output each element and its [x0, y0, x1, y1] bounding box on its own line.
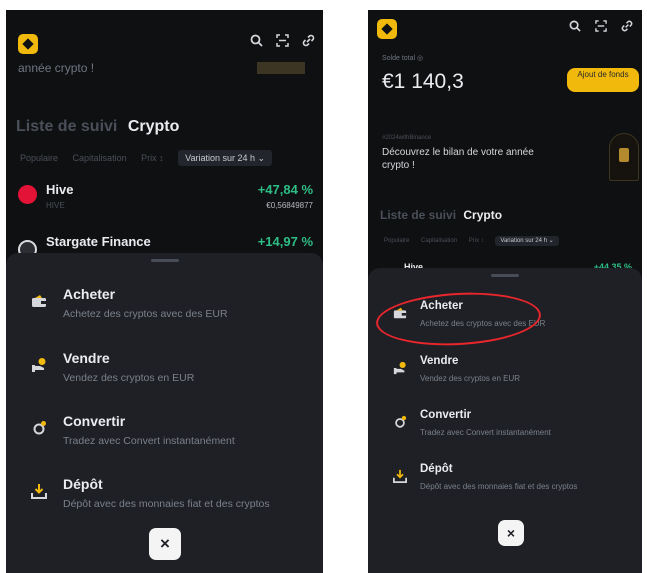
deposit-icon: [393, 469, 409, 485]
close-button[interactable]: ×: [498, 520, 524, 546]
add-funds-button[interactable]: Ajout de fonds: [567, 68, 639, 92]
wallet-icon: [31, 293, 47, 309]
coin-ticker: HIVE: [46, 201, 65, 210]
top-icons: [568, 20, 634, 35]
scan-icon[interactable]: [594, 20, 608, 35]
coin-row[interactable]: Stargate Finance +14,97 %: [18, 234, 313, 259]
hive-icon: [18, 185, 37, 204]
coin-change: +47,84 %: [257, 182, 313, 197]
filter-bar: Populaire Capitalisation Prix ↕ Variatio…: [20, 150, 273, 166]
tab-crypto[interactable]: Crypto: [463, 208, 502, 222]
tab-watchlist[interactable]: Liste de suivi: [16, 118, 117, 135]
action-deposit[interactable]: Dépôt Dépôt avec des monnaies fiat et de…: [6, 476, 323, 524]
filter-price[interactable]: Prix ↕: [469, 238, 484, 244]
sell-coin-icon: [31, 357, 47, 373]
action-sell[interactable]: Vendre Vendez des cryptos en EUR: [6, 350, 323, 398]
action-subtitle: Tradez avec Convert instantanément: [63, 435, 235, 447]
balance-label: Solde total ◎: [382, 55, 424, 62]
watchlist-tabs: Liste de suivi Crypto: [380, 208, 502, 222]
action-bottom-sheet: Acheter Achetez des cryptos avec des EUR…: [6, 253, 323, 573]
action-deposit[interactable]: Dépôt Dépôt avec des monnaies fiat et de…: [368, 463, 642, 511]
convert-icon: [31, 420, 47, 436]
binance-logo[interactable]: [377, 19, 397, 39]
action-convert[interactable]: Convertir Tradez avec Convert instantané…: [6, 413, 323, 461]
promo-banner-text: année crypto !: [18, 61, 95, 75]
filter-24h-change[interactable]: Variation sur 24 h ⌄: [178, 150, 273, 166]
link-icon[interactable]: [620, 20, 634, 35]
phone-screenshot-left: année crypto ! Liste de suivi Crypto Pop…: [6, 10, 323, 573]
action-subtitle: Vendez des cryptos en EUR: [63, 372, 195, 384]
promo-hashtag: #2024withBinance: [382, 135, 432, 141]
action-sell[interactable]: Vendre Vendez des cryptos en EUR: [368, 355, 642, 403]
deposit-icon: [31, 483, 47, 499]
action-subtitle: Achetez des cryptos avec des EUR: [63, 308, 228, 320]
filter-popular[interactable]: Populaire: [384, 238, 409, 244]
filter-market-cap[interactable]: Capitalisation: [73, 153, 127, 163]
action-title: Vendre: [63, 350, 110, 366]
balance-value: €1 140,3: [382, 70, 464, 93]
top-bar: [6, 10, 323, 68]
action-subtitle: Vendez des cryptos en EUR: [420, 374, 521, 383]
scan-icon[interactable]: [275, 34, 289, 50]
action-subtitle: Dépôt avec des monnaies fiat et des cryp…: [420, 482, 578, 491]
action-title: Dépôt: [420, 463, 453, 475]
link-icon[interactable]: [301, 34, 315, 50]
promo-trophy-image[interactable]: [609, 133, 639, 181]
close-button[interactable]: ×: [149, 528, 181, 560]
action-convert[interactable]: Convertir Tradez avec Convert instantané…: [368, 409, 642, 457]
top-icons: [249, 34, 315, 50]
promo-text[interactable]: Découvrez le bilan de votre année crypto…: [382, 146, 547, 172]
sheet-drag-handle[interactable]: [150, 259, 179, 262]
convert-icon: [393, 415, 409, 431]
coin-price: €0,56849877: [266, 201, 313, 210]
action-buy[interactable]: Acheter Achetez des cryptos avec des EUR: [6, 286, 323, 334]
tab-watchlist[interactable]: Liste de suivi: [380, 208, 456, 222]
coin-name: Stargate Finance: [46, 234, 151, 249]
promo-banner-image[interactable]: [257, 62, 305, 74]
action-title: Convertir: [420, 409, 472, 421]
tab-crypto[interactable]: Crypto: [128, 118, 180, 135]
filter-24h-change[interactable]: Variation sur 24 h ⌄: [495, 236, 559, 246]
action-subtitle: Dépôt avec des monnaies fiat et des cryp…: [63, 498, 270, 510]
action-bottom-sheet: Acheter Achetez des cryptos avec des EUR…: [368, 268, 642, 573]
filter-price[interactable]: Prix ↕: [141, 153, 164, 163]
search-icon[interactable]: [568, 20, 582, 35]
filter-bar: Populaire Capitalisation Prix ↕ Variatio…: [384, 236, 559, 246]
binance-logo[interactable]: [18, 34, 38, 54]
coin-name: Hive: [46, 182, 74, 197]
sell-coin-icon: [393, 361, 409, 377]
filter-popular[interactable]: Populaire: [20, 153, 58, 163]
coin-change: +14,97 %: [257, 234, 313, 249]
phone-screenshot-right: Solde total ◎ €1 140,3 Ajout de fonds #2…: [368, 10, 642, 573]
filter-market-cap[interactable]: Capitalisation: [421, 238, 457, 244]
sheet-drag-handle[interactable]: [491, 274, 519, 277]
watchlist-tabs: Liste de suivi Crypto: [16, 118, 179, 136]
action-title: Acheter: [63, 286, 116, 302]
coin-row[interactable]: Hive HIVE +47,84 % €0,56849877: [18, 182, 313, 218]
action-title: Vendre: [420, 355, 459, 367]
action-title: Dépôt: [63, 476, 103, 492]
action-title: Convertir: [63, 413, 126, 429]
action-subtitle: Tradez avec Convert instantanément: [420, 428, 551, 437]
search-icon[interactable]: [249, 34, 263, 50]
